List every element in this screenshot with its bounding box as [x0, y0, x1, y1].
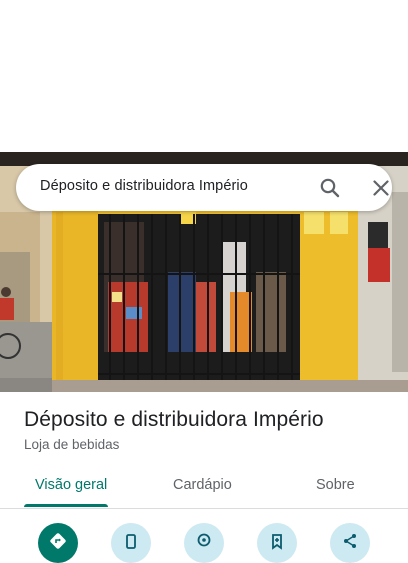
place-title: Déposito e distribuidora Império	[24, 408, 324, 431]
close-icon[interactable]	[369, 176, 393, 200]
phone-icon	[126, 534, 136, 549]
active-tab-indicator	[24, 504, 108, 507]
search-bar[interactable]: Déposito e distribuidora Império	[16, 164, 392, 211]
save-button[interactable]	[257, 523, 297, 563]
tab-menu[interactable]: Cardápio	[173, 477, 232, 493]
blank-top-area	[0, 0, 408, 152]
share-button[interactable]	[330, 523, 370, 563]
place-category: Loja de bebidas	[24, 437, 120, 452]
directions-icon	[50, 533, 66, 549]
location-pin-icon	[197, 533, 211, 547]
tab-about[interactable]: Sobre	[316, 477, 355, 493]
tab-overview[interactable]: Visão geral	[35, 477, 107, 493]
share-icon	[344, 534, 356, 548]
call-button[interactable]	[111, 523, 151, 563]
save-icon	[272, 534, 282, 550]
nearby-button[interactable]	[184, 523, 224, 563]
directions-button[interactable]	[38, 523, 78, 563]
search-query-text[interactable]: Déposito e distribuidora Império	[40, 178, 248, 194]
search-icon[interactable]	[318, 176, 342, 200]
tab-bar: Visão geral Cardápio Sobre	[0, 466, 408, 509]
